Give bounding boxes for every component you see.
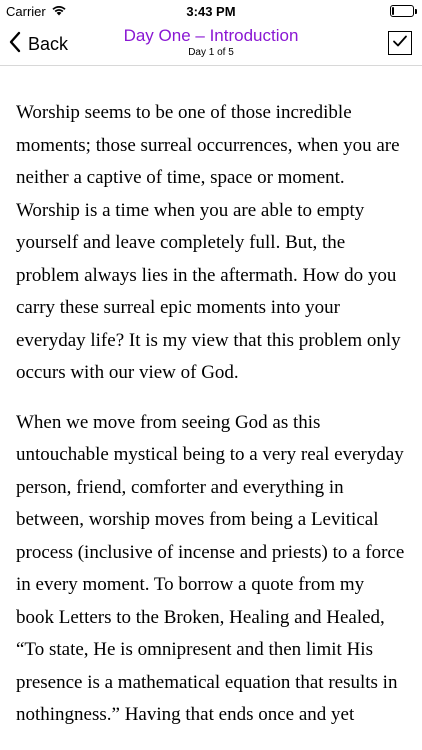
paragraph-2: When we move from seeing God as this unt… (16, 411, 405, 726)
back-label: Back (28, 33, 69, 54)
battery-icon (390, 5, 417, 17)
status-bar: Carrier 3:43 PM (0, 0, 422, 22)
back-button[interactable]: Back (8, 29, 68, 59)
page-subtitle: Day 1 of 5 (188, 47, 234, 58)
battery-level (392, 7, 394, 15)
checkbox-checked-icon (392, 34, 408, 53)
mark-complete-button[interactable] (388, 31, 412, 55)
navigation-bar: Back Day One – Introduction Day 1 of 5 (0, 22, 422, 66)
devotional-content[interactable]: Worship seems to be one of those incredi… (0, 67, 422, 750)
nav-title-group: Day One – Introduction Day 1 of 5 (90, 26, 332, 60)
chevron-left-icon (8, 31, 22, 58)
page-title: Day One – Introduction (123, 26, 299, 45)
paragraph-1: Worship seems to be one of those incredi… (16, 102, 401, 383)
status-time: 3:43 PM (186, 4, 236, 19)
